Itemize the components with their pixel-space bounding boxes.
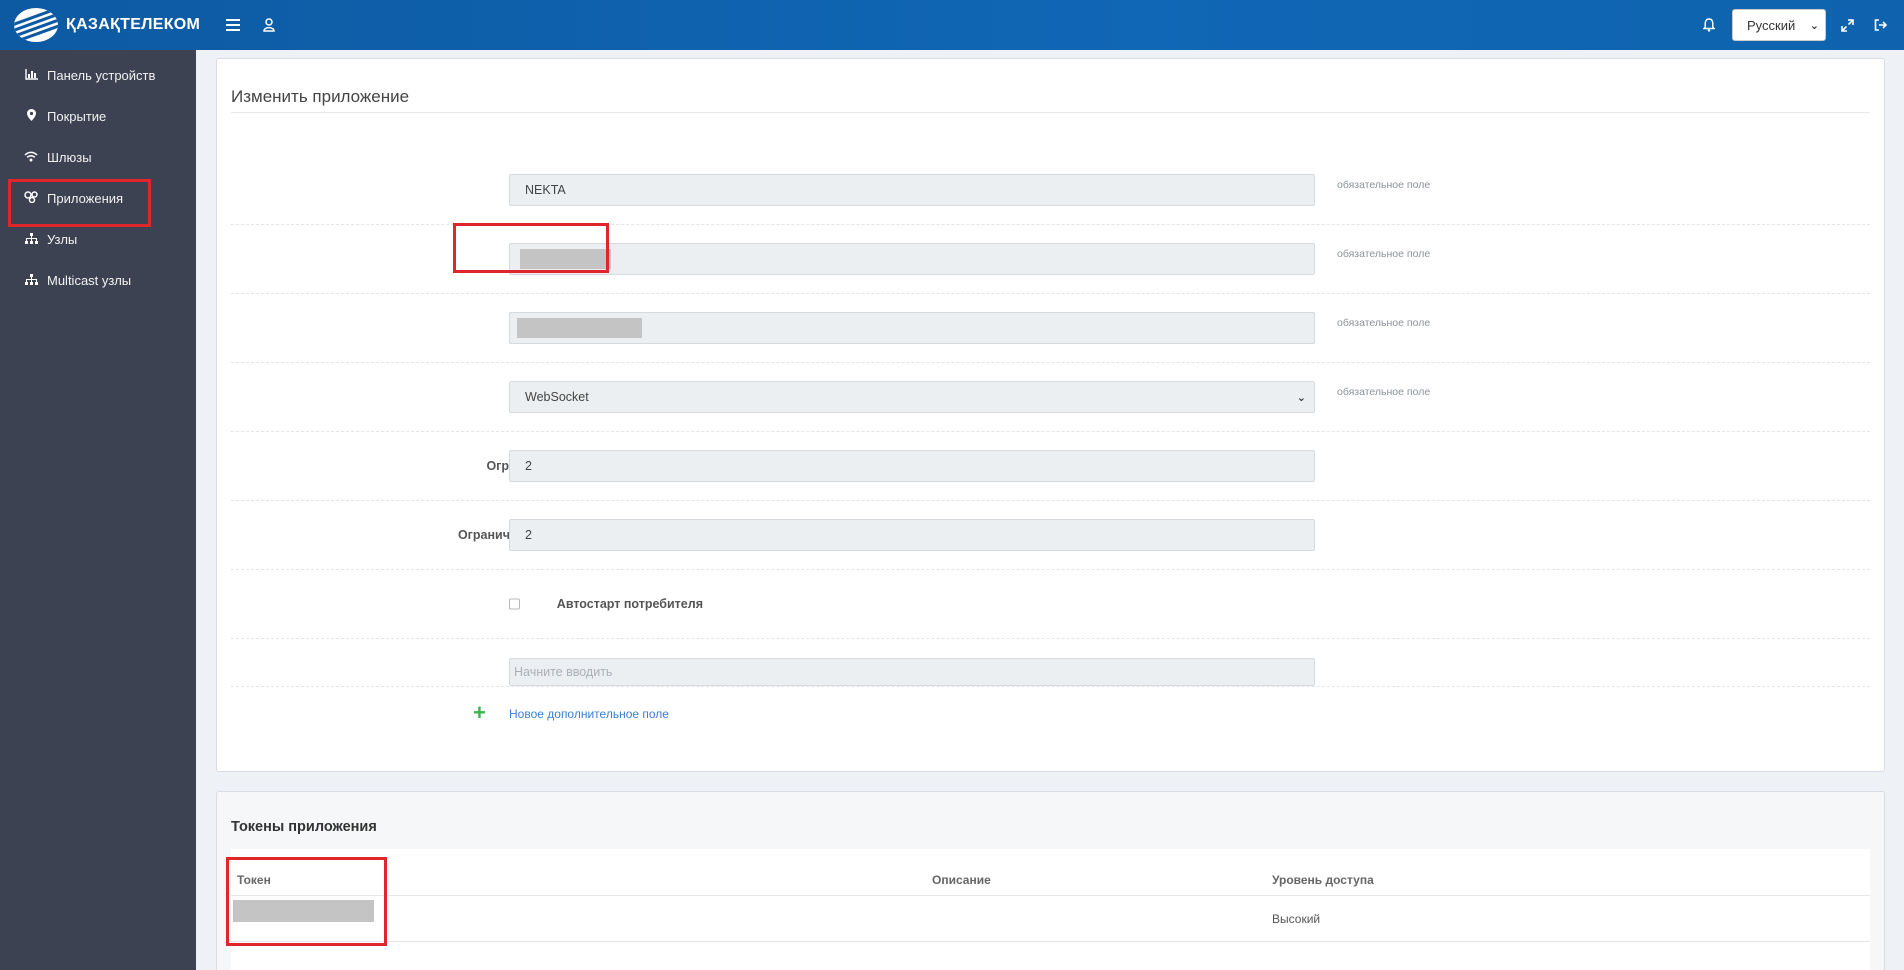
language-select[interactable]: Русский ⌄ [1732,9,1826,41]
name-input[interactable]: NEKTA [509,174,1315,206]
form-row-consumer-limit: Ограничение количества потребителей 2 [231,501,1870,570]
required-note: обязательное поле [1337,386,1431,399]
header-divider [231,895,1870,896]
form-row-autostart: Автостарт потребителя [231,570,1870,639]
plus-icon[interactable]: + [473,702,493,724]
title-divider [231,112,1870,113]
required-note: обязательное поле [1337,179,1431,192]
menu-icon [226,19,241,31]
highlight-box [226,857,387,946]
available-apps-placeholder: Начните вводить [514,664,613,679]
form-row-available-apps: Доступные приложения Начните вводить [231,637,1870,706]
form-row-client-limit: Ограничение количества клиентов 2 [231,432,1870,501]
sidebar-item-device-panel[interactable]: Панель устройств [0,55,196,96]
bar-chart-icon [24,68,38,83]
sidebar: Панель устройств Покрытие Шлюзы Приложен… [0,50,196,970]
sidebar-item-nodes[interactable]: Узлы [0,219,196,260]
user-icon [263,18,275,32]
brand-logo[interactable]: ҚАЗАҚТЕЛЕКОМ [14,8,200,42]
apps-icon [24,191,38,206]
sidebar-item-multicast-nodes[interactable]: Multicast узлы [0,260,196,301]
main-content: Изменить приложение Имя NEKTA обязательн… [196,50,1904,970]
user-profile-button[interactable] [256,12,282,38]
sidebar-item-gateways[interactable]: Шлюзы [0,137,196,178]
token-access-level: Высокий [1272,912,1321,926]
notifications-button[interactable] [1696,12,1722,38]
edit-application-panel: Изменить приложение Имя NEKTA обязательн… [216,58,1885,772]
column-header-description: Описание [932,873,991,887]
client-limit-value: 2 [525,459,532,473]
form-row-app-eui: App EUI обязательное поле [231,294,1870,363]
kazakhtelecom-logo-icon [14,8,58,42]
required-note: обязательное поле [1337,317,1431,330]
output-select[interactable]: WebSocket ⌄ [509,381,1315,413]
expand-icon [1840,18,1854,32]
logout-icon [1874,19,1888,31]
tokens-title: Токены приложения [231,819,377,835]
tokens-table: Токен Описание Уровень доступа Высокий [226,849,1870,970]
output-select-value: WebSocket [525,390,589,404]
sitemap-icon [24,232,38,247]
chevron-down-icon: ⌄ [1809,19,1819,32]
consumer-limit-input[interactable]: 2 [509,519,1315,551]
consumer-limit-value: 2 [525,528,532,542]
sidebar-item-label: Multicast узлы [47,273,132,288]
app-id-input[interactable] [509,243,1315,275]
app-eui-input[interactable] [509,312,1315,344]
brand-name: ҚАЗАҚТЕЛЕКОМ [66,16,201,33]
client-limit-input[interactable]: 2 [509,450,1315,482]
redacted-value [517,318,642,338]
form-row-output: Выход WebSocket ⌄ обязательное поле [231,363,1870,432]
highlight-box [453,223,609,273]
menu-toggle-button[interactable] [220,12,246,38]
sidebar-item-label: Шлюзы [47,150,92,165]
sidebar-item-label: Панель устройств [47,68,156,83]
sitemap-icon [24,273,38,288]
sidebar-item-applications[interactable]: Приложения [0,178,196,227]
sidebar-item-label: Узлы [47,232,78,247]
row-divider [231,941,1870,942]
form-row-name: Имя NEKTA обязательное поле [231,156,1870,225]
sidebar-item-label: Приложения [47,191,124,206]
top-navbar: ҚАЗАҚТЕЛЕКОМ Русский ⌄ [0,0,1904,50]
required-note: обязательное поле [1337,248,1431,261]
app-tokens-panel: Токены приложения Токен Описание Уровень… [216,791,1885,970]
column-header-access-level: Уровень доступа [1272,873,1374,887]
name-input-value: NEKTA [525,183,566,197]
fullscreen-button[interactable] [1834,12,1860,38]
map-pin-icon [24,109,38,124]
sidebar-item-label: Покрытие [47,109,107,124]
available-apps-input[interactable]: Начните вводить [509,657,1315,686]
autostart-checkbox[interactable] [509,598,520,610]
autostart-label: Автостарт потребителя [556,597,703,611]
row-divider [231,686,1870,687]
sidebar-item-coverage[interactable]: Покрытие [0,96,196,137]
logout-button[interactable] [1868,12,1894,38]
chevron-down-icon: ⌄ [1296,391,1306,404]
language-select-value: Русский [1747,17,1796,33]
bell-icon [1703,18,1715,32]
wifi-icon [24,151,38,165]
add-field-link[interactable]: Новое дополнительное поле [509,707,669,721]
add-field-row: + Новое дополнительное поле [231,702,931,724]
page-title: Изменить приложение [231,87,410,106]
